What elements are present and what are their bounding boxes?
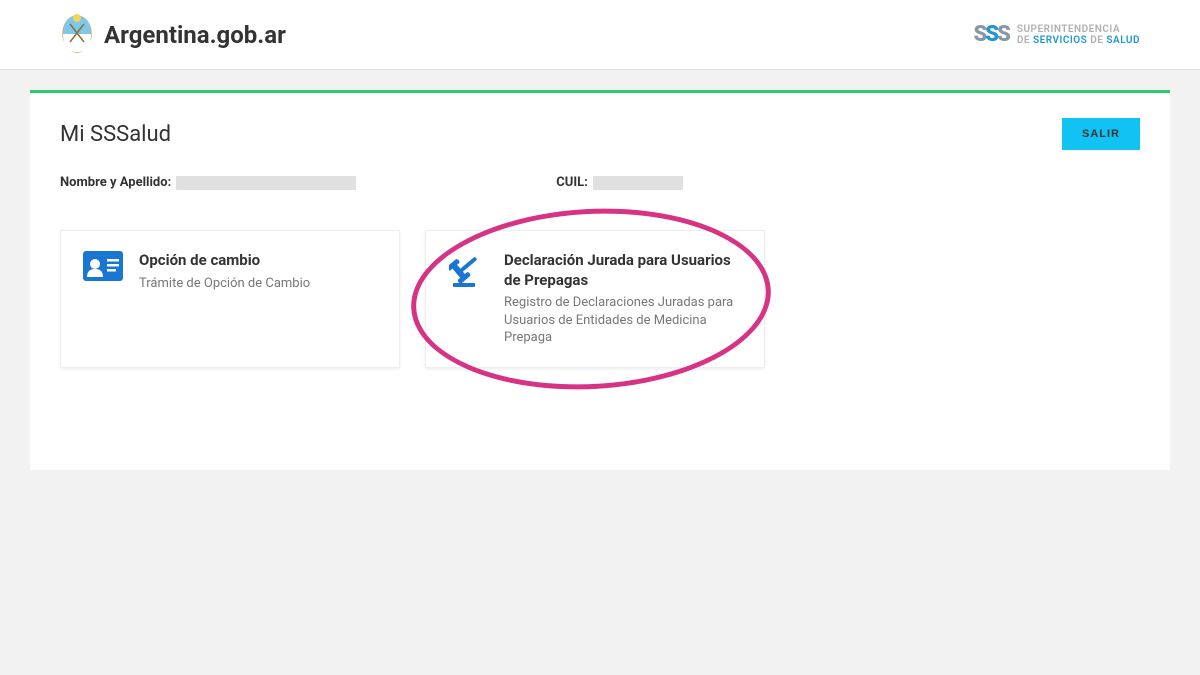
card-desc: Trámite de Opción de Cambio (139, 275, 310, 293)
main-panel: Mi SSSalud SALIR Nombre y Apellido: CUIL… (30, 90, 1170, 470)
user-info: Nombre y Apellido: CUIL: (60, 175, 1140, 190)
gavel-icon (448, 251, 488, 291)
org-logo[interactable]: SSS SUPERINTENDENCIA DE SERVICIOS DE SAL… (974, 22, 1140, 47)
id-card-icon (83, 251, 123, 291)
card-opcion-cambio[interactable]: Opción de cambio Trámite de Opción de Ca… (60, 230, 400, 368)
cuil-label: CUIL: (556, 175, 588, 190)
exit-button[interactable]: SALIR (1062, 118, 1140, 150)
page-title: Mi SSSalud (60, 122, 171, 147)
cuil-value-redacted (593, 176, 683, 190)
sss-logo-icon: SSS (974, 22, 1009, 47)
brand-text: Argentina.gob.ar (104, 21, 286, 49)
card-title: Opción de cambio (139, 251, 310, 271)
card-content: Declaración Jurada para Usuarios de Prep… (504, 251, 742, 347)
argentina-shield-icon (60, 12, 94, 58)
name-field: Nombre y Apellido: (60, 175, 356, 190)
card-content: Opción de cambio Trámite de Opción de Ca… (139, 251, 310, 347)
cards-container: Opción de cambio Trámite de Opción de Ca… (60, 230, 1140, 368)
card-declaracion-jurada[interactable]: Declaración Jurada para Usuarios de Prep… (425, 230, 765, 368)
name-label: Nombre y Apellido: (60, 175, 171, 190)
name-value-redacted (176, 176, 356, 190)
brand[interactable]: Argentina.gob.ar (60, 12, 286, 58)
card-desc: Registro de Declaraciones Juradas para U… (504, 294, 742, 347)
card-title: Declaración Jurada para Usuarios de Prep… (504, 251, 742, 290)
panel-header: Mi SSSalud SALIR (60, 118, 1140, 150)
top-header: Argentina.gob.ar SSS SUPERINTENDENCIA DE… (0, 0, 1200, 70)
org-text: SUPERINTENDENCIA DE SERVICIOS DE SALUD (1017, 24, 1140, 46)
org-line1: SUPERINTENDENCIA (1017, 24, 1140, 35)
cuil-field: CUIL: (556, 175, 683, 190)
